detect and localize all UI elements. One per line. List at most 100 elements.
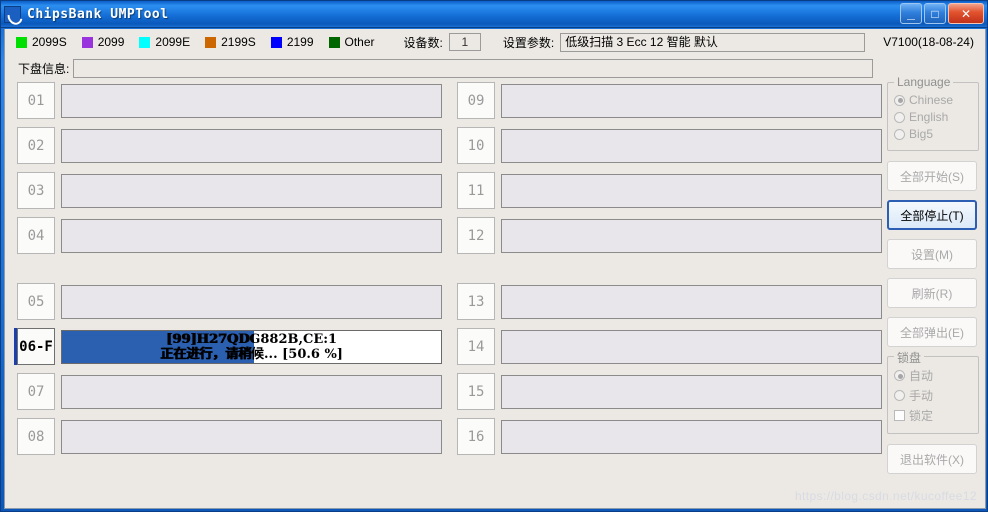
slot-button-14[interactable]: 14 bbox=[457, 328, 495, 365]
language-group-title: Language bbox=[894, 75, 954, 89]
slot-status-field[interactable] bbox=[501, 284, 882, 319]
legend-label: 2199 bbox=[286, 35, 314, 49]
radio-icon[interactable] bbox=[894, 370, 905, 381]
slot-row: 03 bbox=[17, 172, 442, 209]
language-options: Chinese English Big5 bbox=[894, 93, 972, 141]
slot-button-01[interactable]: 01 bbox=[17, 82, 55, 119]
slot-button-13[interactable]: 13 bbox=[457, 283, 495, 320]
slot-button-04[interactable]: 04 bbox=[17, 217, 55, 254]
disk-info-field[interactable] bbox=[73, 58, 874, 78]
lockdisk-option-label: 手动 bbox=[909, 389, 934, 403]
slot-text: [99]H27QDG882B,CE:1正在进行，请稍候... [50.6 %] bbox=[62, 331, 441, 363]
slot-button-16[interactable]: 16 bbox=[457, 418, 495, 455]
slot-button-11[interactable]: 11 bbox=[457, 172, 495, 209]
slot-status-field[interactable] bbox=[61, 419, 442, 454]
language-option-chinese[interactable]: Chinese bbox=[894, 93, 972, 107]
slot-status-field[interactable] bbox=[501, 329, 882, 364]
legend-label: 2099S bbox=[32, 35, 67, 49]
sidebar-action-buttons: 全部开始(S) 全部停止(T) 设置(M) 刷新(R) 全部弹出(E) bbox=[887, 161, 979, 347]
slot-status-field[interactable] bbox=[501, 173, 882, 208]
radio-icon[interactable] bbox=[894, 111, 905, 123]
slot-button-08[interactable]: 08 bbox=[17, 418, 55, 455]
language-option-big5[interactable]: Big5 bbox=[894, 127, 972, 141]
maximize-button[interactable]: □ bbox=[924, 3, 946, 24]
lockdisk-checkbox-row[interactable]: 锁定 bbox=[894, 407, 972, 424]
legend-swatch-icon bbox=[205, 36, 217, 48]
slot-status-field[interactable] bbox=[61, 128, 442, 163]
slot-status-field[interactable] bbox=[61, 284, 442, 319]
legend-swatch-icon bbox=[139, 36, 151, 48]
sidebar-button-3[interactable]: 刷新(R) bbox=[887, 278, 977, 308]
language-groupbox: Language Chinese English Big5 bbox=[887, 75, 979, 151]
lock-checkbox-label: 锁定 bbox=[909, 409, 934, 423]
slot-button-15[interactable]: 15 bbox=[457, 373, 495, 410]
legend-label: 2099E bbox=[155, 35, 191, 49]
client-area: 2099S 2099 2099E 2199S 2199 Other 设备数: 1 设置参数… bbox=[4, 29, 986, 509]
slot-status-field[interactable] bbox=[501, 218, 882, 253]
window-title: ChipsBank UMPTool bbox=[27, 6, 169, 22]
maximize-icon: □ bbox=[931, 6, 939, 21]
lock-checkbox-icon[interactable] bbox=[894, 410, 905, 421]
slot-row: 04 bbox=[17, 217, 442, 254]
language-option-label: Big5 bbox=[909, 127, 934, 141]
sidebar-button-1[interactable]: 全部停止(T) bbox=[887, 200, 977, 230]
slot-grid: 01 02 03 04 05 06-F [99]H27QDG882B,CE:1 正在进行，请稍… bbox=[17, 82, 882, 507]
legend-label: 2099 bbox=[97, 35, 125, 49]
param-label: 设置参数: bbox=[502, 35, 555, 50]
slot-row: 10 bbox=[457, 127, 882, 164]
radio-icon[interactable] bbox=[894, 94, 905, 106]
slot-status-field[interactable] bbox=[61, 173, 442, 208]
sidebar-button-4[interactable]: 全部弹出(E) bbox=[887, 317, 977, 347]
legend-swatch-icon bbox=[16, 36, 27, 48]
lockdisk-option-1[interactable]: 手动 bbox=[894, 387, 972, 404]
slot-text-line2: 正在进行，请稍候... [50.6 %] bbox=[160, 346, 343, 362]
legend-toolbar: 2099S 2099 2099E 2199S 2199 Other 设备数: 1 设置参数… bbox=[5, 29, 985, 55]
radio-icon[interactable] bbox=[894, 128, 905, 140]
slot-row: 12 bbox=[457, 217, 882, 254]
legend-item-2099s: 2099S bbox=[16, 35, 67, 49]
slot-button-03[interactable]: 03 bbox=[17, 172, 55, 209]
slot-status-field[interactable] bbox=[501, 128, 882, 163]
slot-status-field[interactable] bbox=[61, 83, 442, 118]
slot-text-line1: [99]H27QDG882B,CE:1 bbox=[165, 331, 338, 347]
slot-button-05[interactable]: 05 bbox=[17, 283, 55, 320]
lockdisk-groupbox: 锁盘 自动手动 锁定 bbox=[887, 349, 979, 434]
radio-icon[interactable] bbox=[894, 390, 905, 401]
slot-button-07[interactable]: 07 bbox=[17, 373, 55, 410]
legend-item-other: Other bbox=[328, 35, 375, 49]
device-count-value[interactable]: 1 bbox=[448, 33, 481, 51]
legend-swatch-icon bbox=[270, 36, 282, 48]
slot-row: 08 bbox=[17, 418, 442, 455]
slot-button-12[interactable]: 12 bbox=[457, 217, 495, 254]
slot-row: 16 bbox=[457, 418, 882, 455]
slot-status-field[interactable] bbox=[61, 374, 442, 409]
disk-info-label: 下盘信息: bbox=[18, 61, 70, 76]
slot-status-field[interactable] bbox=[501, 83, 882, 118]
sidebar-panel: Language Chinese English Big5 全部开始(S) 全部停止(… bbox=[887, 75, 979, 507]
slot-status-field[interactable] bbox=[61, 218, 442, 253]
exit-software-button[interactable]: 退出软件(X) bbox=[887, 444, 977, 474]
slot-button-06-f[interactable]: 06-F bbox=[17, 328, 55, 365]
lockdisk-group-title: 锁盘 bbox=[894, 349, 925, 366]
minimize-button[interactable]: _ bbox=[900, 3, 922, 24]
legend-swatch-icon bbox=[328, 36, 340, 48]
sidebar-button-2[interactable]: 设置(M) bbox=[887, 239, 977, 269]
slot-status-field[interactable] bbox=[501, 419, 882, 454]
sidebar-button-0[interactable]: 全部开始(S) bbox=[887, 161, 977, 191]
slot-status-field[interactable]: [99]H27QDG882B,CE:1 正在进行，请稍候... [50.6 %][… bbox=[61, 329, 442, 364]
language-option-label: English bbox=[909, 110, 949, 124]
close-button[interactable]: ✕ bbox=[948, 3, 984, 24]
slot-row: 07 bbox=[17, 373, 442, 410]
lockdisk-option-0[interactable]: 自动 bbox=[894, 367, 972, 384]
lockdisk-options: 自动手动 bbox=[894, 367, 972, 404]
slot-row: 15 bbox=[457, 373, 882, 410]
slot-button-10[interactable]: 10 bbox=[457, 127, 495, 164]
minimize-icon: _ bbox=[907, 5, 915, 21]
slot-column-right: 09 10 11 12 13 14 15 16 bbox=[457, 82, 882, 463]
slot-button-02[interactable]: 02 bbox=[17, 127, 55, 164]
slot-button-09[interactable]: 09 bbox=[457, 82, 495, 119]
slot-status-field[interactable] bbox=[501, 374, 882, 409]
param-value[interactable]: 低级扫描 3 Ecc 12 智能 默认 bbox=[560, 32, 866, 52]
slot-row: 06-F [99]H27QDG882B,CE:1 正在进行，请稍候... [50.6… bbox=[17, 328, 442, 365]
language-option-english[interactable]: English bbox=[894, 110, 972, 124]
